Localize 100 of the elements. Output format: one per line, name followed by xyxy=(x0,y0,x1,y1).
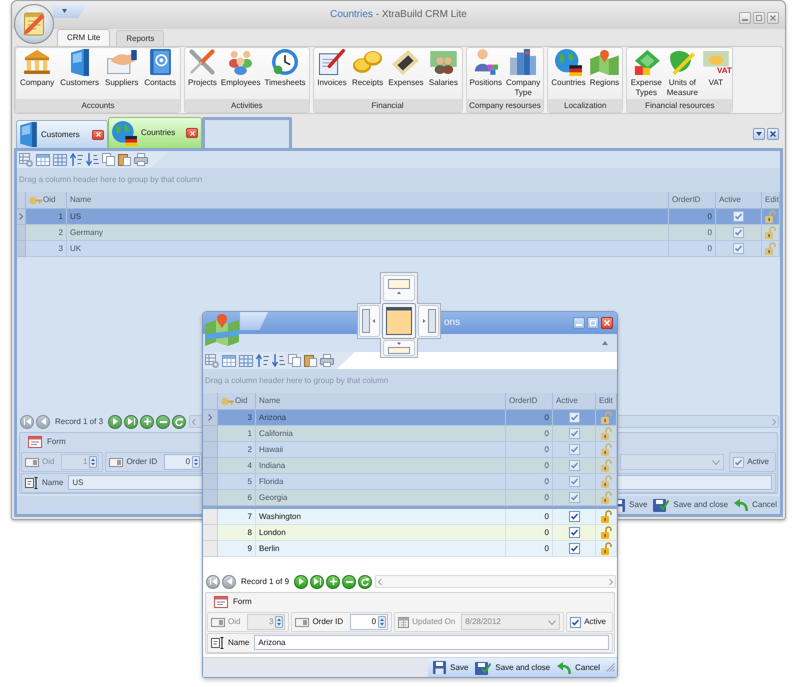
grid-icon[interactable] xyxy=(53,154,67,166)
dropdown-button[interactable] xyxy=(753,128,765,140)
ribbon-button[interactable]: Salaries xyxy=(426,48,460,99)
column-header[interactable]: Oid xyxy=(218,393,256,409)
ribbon-button[interactable]: Units of Measure xyxy=(664,48,700,99)
grid-row[interactable]: 1 US 0 xyxy=(17,209,780,225)
copy-icon[interactable] xyxy=(288,354,301,367)
save-and-close-button[interactable]: Save and close xyxy=(474,660,552,674)
close-button[interactable] xyxy=(601,317,613,329)
sort-ascending-icon[interactable] xyxy=(70,153,83,166)
print-icon[interactable] xyxy=(134,153,148,166)
document-tab[interactable]: Countries xyxy=(108,117,202,148)
grid-icon[interactable] xyxy=(239,354,253,366)
add-record-button[interactable] xyxy=(326,574,340,588)
delete-record-button[interactable] xyxy=(342,574,356,588)
ribbon-button[interactable]: VAT VAT xyxy=(700,48,731,99)
column-header[interactable]: OrderID xyxy=(669,192,716,208)
app-menu-button[interactable] xyxy=(14,4,54,44)
ribbon-tab[interactable]: CRM Lite xyxy=(57,29,110,46)
spin-field[interactable]: 0 xyxy=(350,614,388,630)
document-tab[interactable]: Customers xyxy=(16,120,108,148)
close-tab-button[interactable] xyxy=(186,128,198,138)
refresh-button[interactable] xyxy=(358,574,372,588)
cancel-button[interactable]: Cancel xyxy=(733,499,778,511)
ribbon-button[interactable]: Employees xyxy=(218,48,262,99)
cancel-button[interactable]: Cancel xyxy=(556,662,601,674)
minimize-button[interactable] xyxy=(739,12,751,24)
column-header[interactable]: Edit xyxy=(762,192,780,208)
ribbon-tab[interactable]: Reports xyxy=(116,30,164,46)
column-header[interactable]: Name xyxy=(256,393,506,409)
ribbon-button[interactable]: Receipts xyxy=(350,48,386,99)
print-icon[interactable] xyxy=(320,354,334,367)
maximize-button[interactable] xyxy=(753,12,765,24)
ribbon-button[interactable]: Expenses xyxy=(386,48,426,99)
ribbon-button[interactable]: Countries xyxy=(549,48,588,99)
checkbox[interactable] xyxy=(568,412,580,423)
checkbox[interactable] xyxy=(733,211,744,222)
column-header[interactable]: Oid xyxy=(26,192,67,208)
close-button[interactable] xyxy=(767,128,779,140)
ribbon-button[interactable]: Contacts xyxy=(142,48,178,99)
column-header[interactable]: Active xyxy=(716,192,762,208)
close-button[interactable] xyxy=(767,12,779,24)
text-field[interactable]: Arizona xyxy=(254,635,609,650)
map-icon[interactable] xyxy=(205,314,239,346)
caret-up-icon[interactable] xyxy=(602,341,608,345)
grid-row[interactable]: 6 Georgia 0 xyxy=(203,490,617,506)
quick-access-button[interactable] xyxy=(240,312,268,330)
checkbox[interactable] xyxy=(568,428,580,439)
grid-row[interactable]: 7 Washington 0 xyxy=(203,506,617,525)
grid-row[interactable]: 4 Indiana 0 xyxy=(203,458,617,474)
ribbon-button[interactable]: Customers xyxy=(58,48,101,99)
delete-record-button[interactable] xyxy=(156,414,170,428)
ribbon-button[interactable]: Suppliers xyxy=(103,48,140,99)
checkbox[interactable] xyxy=(568,476,580,487)
quick-access-button[interactable] xyxy=(53,4,87,18)
checkbox[interactable] xyxy=(568,460,580,471)
close-tab-button[interactable] xyxy=(92,130,104,140)
grid-row[interactable]: 1 California 0 xyxy=(203,426,617,442)
checkbox[interactable] xyxy=(733,243,744,254)
ribbon-button[interactable]: Regions xyxy=(588,48,622,99)
grid-row[interactable]: 2 Germany 0 xyxy=(17,225,780,241)
checkbox[interactable] xyxy=(570,616,582,628)
next-record-button[interactable] xyxy=(108,414,122,428)
grid-row[interactable]: 5 Florida 0 xyxy=(203,474,617,490)
sort-descending-icon[interactable] xyxy=(272,354,285,367)
paste-icon[interactable] xyxy=(118,153,131,166)
grid-row[interactable]: 2 Hawaii 0 xyxy=(203,442,617,458)
maximize-button[interactable] xyxy=(587,317,599,329)
checkbox[interactable] xyxy=(568,444,580,455)
table-icon[interactable] xyxy=(222,354,236,366)
grid-row[interactable]: 8 London 0 xyxy=(203,525,617,541)
grid-row[interactable]: 3 Arizona 0 xyxy=(203,410,617,426)
checkbox[interactable] xyxy=(568,511,580,522)
grid-row[interactable]: 3 UK 0 xyxy=(17,241,780,257)
ribbon-button[interactable]: Invoices xyxy=(315,48,349,99)
ribbon-button[interactable]: Company xyxy=(18,48,56,99)
minimize-button[interactable] xyxy=(573,317,585,329)
last-record-button[interactable] xyxy=(310,574,324,588)
copy-icon[interactable] xyxy=(102,153,115,166)
ribbon-button[interactable]: Projects xyxy=(186,48,219,99)
ribbon-button[interactable]: Positions xyxy=(468,48,504,99)
checkbox[interactable] xyxy=(568,527,580,538)
last-record-button[interactable] xyxy=(124,414,138,428)
column-header[interactable]: Name xyxy=(67,192,669,208)
paste-icon[interactable] xyxy=(304,354,317,367)
ribbon-button[interactable]: Company Type xyxy=(504,48,542,99)
add-record-button[interactable] xyxy=(140,414,154,428)
save-and-close-button[interactable]: Save and close xyxy=(652,498,730,512)
checkbox[interactable] xyxy=(733,227,744,238)
ribbon-button[interactable]: Expense Types xyxy=(628,48,664,99)
checkbox[interactable] xyxy=(568,543,580,554)
grid-row[interactable]: 9 Berlin 0 xyxy=(203,541,617,557)
horizontal-scrollbar[interactable] xyxy=(375,575,616,588)
ribbon-button[interactable]: Timesheets xyxy=(262,48,308,99)
grid-settings-icon[interactable] xyxy=(205,354,219,368)
grid-settings-icon[interactable] xyxy=(19,152,33,166)
refresh-button[interactable] xyxy=(172,414,186,428)
column-header[interactable]: Edit xyxy=(596,393,617,409)
checkbox[interactable] xyxy=(733,456,744,468)
column-header[interactable]: OrderID xyxy=(506,393,553,409)
